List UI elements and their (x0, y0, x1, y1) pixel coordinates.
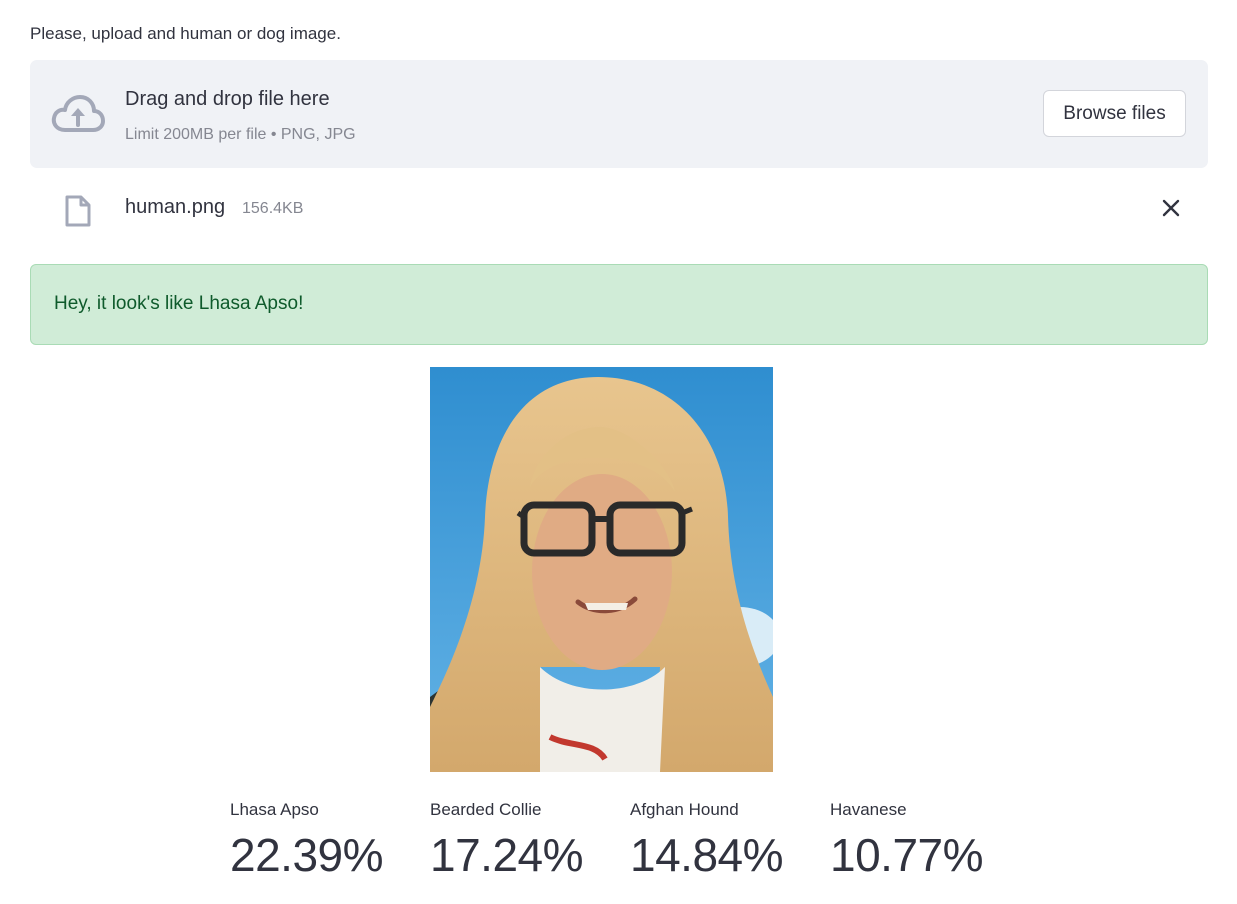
metric-label: Afghan Hound (630, 800, 739, 819)
uploaded-file-row: human.png 156.4KB (30, 186, 1208, 232)
metric-value: 22.39% (230, 829, 384, 881)
metric-3: Afghan Hound 14.84% (630, 800, 830, 882)
dropzone-limits: Limit 200MB per file • PNG, JPG (125, 126, 356, 143)
success-alert: Hey, it look's like Lhasa Apso! (30, 264, 1208, 345)
browse-files-button[interactable]: Browse files (1043, 90, 1186, 137)
file-dropzone[interactable]: Drag and drop file here Limit 200MB per … (30, 60, 1208, 168)
metric-value: 17.24% (430, 829, 584, 881)
breed-metrics: Lhasa Apso 22.39% Bearded Collie 17.24% … (230, 800, 1050, 890)
cloud-upload-icon (51, 95, 105, 132)
metric-2: Bearded Collie 17.24% (430, 800, 630, 882)
metric-label: Bearded Collie (430, 800, 542, 819)
metric-value: 10.77% (830, 829, 984, 881)
metric-label: Havanese (830, 800, 907, 819)
metric-label: Lhasa Apso (230, 800, 319, 819)
success-message: Hey, it look's like Lhasa Apso! (54, 293, 304, 314)
metric-4: Havanese 10.77% (830, 800, 1030, 882)
close-icon[interactable] (1160, 197, 1182, 219)
uploaded-photo-graphic (430, 367, 773, 772)
metric-value: 14.84% (630, 829, 784, 881)
dropzone-title: Drag and drop file here (125, 88, 330, 110)
uploaded-image (430, 367, 773, 772)
file-size: 156.4KB (242, 200, 304, 217)
metric-1: Lhasa Apso 22.39% (230, 800, 430, 882)
file-name: human.png (125, 196, 226, 218)
file-icon (65, 195, 91, 227)
upload-prompt-label: Please, upload and human or dog image. (30, 24, 341, 43)
